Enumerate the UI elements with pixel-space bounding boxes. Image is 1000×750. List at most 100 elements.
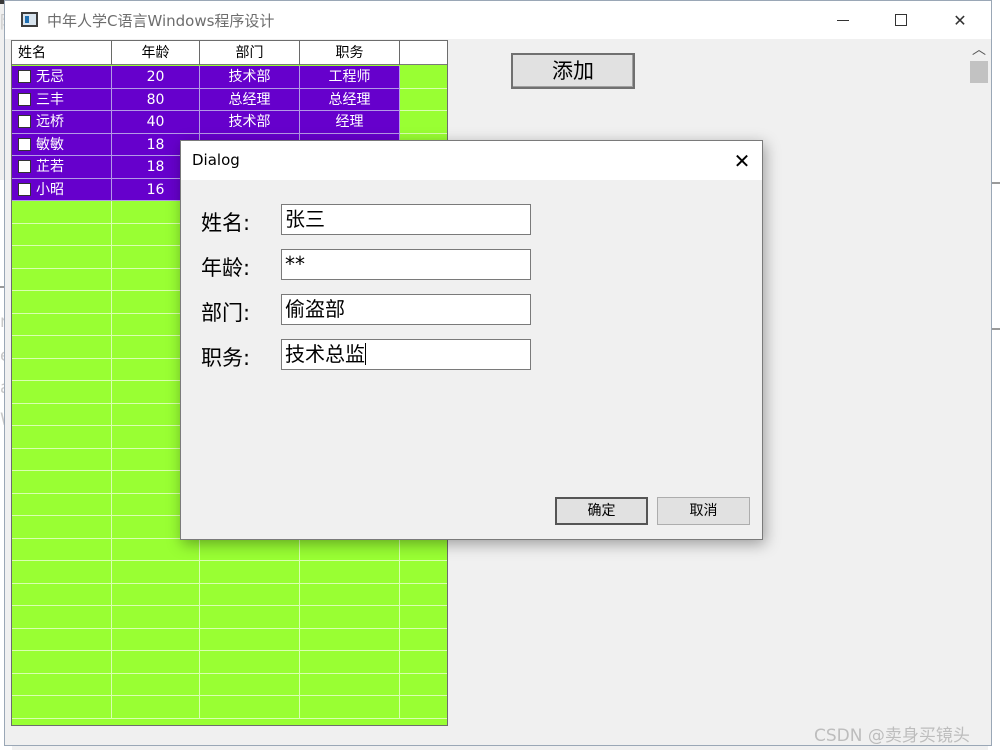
row-checkbox[interactable] bbox=[18, 92, 31, 106]
job-title-field[interactable]: 技术总监 bbox=[281, 339, 531, 370]
minimize-icon bbox=[837, 19, 849, 21]
row-name: 无忌 bbox=[36, 69, 64, 85]
row-name: 小昭 bbox=[36, 181, 64, 198]
table-cell-name bbox=[12, 201, 112, 224]
row-checkbox[interactable] bbox=[18, 137, 31, 151]
table-row bbox=[12, 538, 447, 561]
table-cell-age bbox=[112, 606, 200, 629]
table-cell-age bbox=[112, 651, 200, 674]
dialog-close-button[interactable]: ✕ bbox=[726, 146, 758, 176]
table-cell-name bbox=[12, 583, 112, 606]
column-header-title[interactable]: 职务 bbox=[300, 41, 400, 65]
ok-button[interactable]: 确定 bbox=[555, 497, 648, 525]
watermark: CSDN @卖身买镜头 bbox=[814, 726, 970, 746]
window-title: 中年人学C语言Windows程序设计 bbox=[47, 12, 275, 30]
table-cell-name bbox=[12, 336, 112, 359]
table-row bbox=[12, 561, 447, 584]
text-caret bbox=[365, 343, 366, 365]
table-row bbox=[12, 628, 447, 651]
table-cell-filler bbox=[400, 66, 447, 89]
close-icon: ✕ bbox=[733, 149, 751, 173]
row-checkbox[interactable] bbox=[18, 115, 31, 128]
table-cell-age bbox=[112, 538, 200, 561]
maximize-button[interactable] bbox=[878, 6, 924, 34]
table-cell-age bbox=[112, 583, 200, 606]
table-cell-name bbox=[12, 651, 112, 674]
table-cell-age bbox=[112, 561, 200, 584]
table-cell-title bbox=[300, 606, 400, 629]
minimize-button[interactable] bbox=[820, 6, 866, 34]
table-cell-name bbox=[12, 516, 112, 539]
table-cell-title: 经理 bbox=[300, 111, 400, 134]
table-cell-dept bbox=[200, 673, 300, 696]
table-cell-age: 40 bbox=[112, 111, 200, 134]
table-cell-dept: 技术部 bbox=[200, 111, 300, 134]
table-cell-dept: 技术部 bbox=[200, 66, 300, 89]
name-field[interactable]: 张三 bbox=[281, 204, 531, 235]
table-cell-title bbox=[300, 583, 400, 606]
column-header-name[interactable]: 姓名 bbox=[12, 41, 112, 65]
table-cell-age bbox=[112, 673, 200, 696]
table-cell-name bbox=[12, 471, 112, 494]
table-cell-age: 20 bbox=[112, 66, 200, 89]
chevron-up-icon[interactable]: ︿ bbox=[969, 39, 989, 59]
table-cell-dept bbox=[200, 538, 300, 561]
table-row bbox=[12, 673, 447, 696]
table-row[interactable]: 三丰 80 总经理 总经理 bbox=[12, 88, 447, 111]
column-header-age[interactable]: 年龄 bbox=[112, 41, 200, 65]
app-window-icon bbox=[21, 12, 38, 27]
dept-field[interactable]: 偷盗部 bbox=[281, 294, 531, 325]
title-label: 职务: bbox=[201, 346, 251, 370]
table-cell-name: 敏敏 bbox=[12, 133, 112, 156]
table-cell-filler bbox=[400, 538, 447, 561]
table-cell-name: 小昭 bbox=[12, 178, 112, 201]
table-cell-filler bbox=[400, 88, 447, 111]
column-header-filler bbox=[400, 41, 447, 65]
dialog-titlebar[interactable]: Dialog ✕ bbox=[181, 141, 762, 180]
table-cell-name bbox=[12, 381, 112, 404]
table-cell-dept bbox=[200, 606, 300, 629]
table-cell-name bbox=[12, 561, 112, 584]
row-checkbox[interactable] bbox=[18, 160, 31, 173]
name-label: 姓名: bbox=[201, 211, 251, 235]
table-cell-filler bbox=[400, 696, 447, 719]
age-field[interactable]: ** bbox=[281, 249, 531, 280]
table-cell-title: 总经理 bbox=[300, 88, 400, 111]
table-cell-title bbox=[300, 651, 400, 674]
age-label: 年龄: bbox=[201, 256, 251, 280]
table-cell-name: 无忌 bbox=[12, 66, 112, 89]
job-title-value: 技术总监 bbox=[285, 342, 365, 366]
vertical-scrollbar[interactable]: ︿ bbox=[969, 39, 989, 745]
table-cell-name bbox=[12, 448, 112, 471]
cancel-button[interactable]: 取消 bbox=[657, 497, 750, 525]
row-name: 三丰 bbox=[36, 91, 64, 108]
table-cell-dept bbox=[200, 651, 300, 674]
table-row[interactable]: 远桥 40 技术部 经理 bbox=[12, 111, 447, 134]
table-cell-dept: 总经理 bbox=[200, 88, 300, 111]
table-row[interactable]: 无忌 20 技术部 工程师 bbox=[12, 66, 447, 89]
table-cell-age: 80 bbox=[112, 88, 200, 111]
table-row bbox=[12, 651, 447, 674]
close-button[interactable]: ✕ bbox=[937, 6, 983, 34]
table-cell-name bbox=[12, 696, 112, 719]
column-header-dept[interactable]: 部门 bbox=[200, 41, 300, 65]
table-cell-name bbox=[12, 493, 112, 516]
row-checkbox[interactable] bbox=[18, 182, 31, 196]
table-cell-name: 远桥 bbox=[12, 111, 112, 134]
table-cell-name bbox=[12, 223, 112, 246]
table-cell-title bbox=[300, 561, 400, 584]
table-cell-filler bbox=[400, 673, 447, 696]
table-cell-name: 芷若 bbox=[12, 156, 112, 179]
table-cell-filler bbox=[400, 628, 447, 651]
table-cell-title bbox=[300, 673, 400, 696]
table-cell-filler bbox=[400, 583, 447, 606]
row-checkbox[interactable] bbox=[18, 70, 31, 83]
titlebar[interactable]: 中年人学C语言Windows程序设计 ✕ bbox=[5, 1, 991, 39]
table-cell-dept bbox=[200, 696, 300, 719]
dialog-title: Dialog bbox=[192, 151, 240, 169]
table-cell-name bbox=[12, 606, 112, 629]
scroll-thumb[interactable] bbox=[970, 61, 988, 83]
add-button[interactable]: 添加 bbox=[511, 53, 635, 89]
table-cell-filler bbox=[400, 606, 447, 629]
table-cell-name bbox=[12, 628, 112, 651]
